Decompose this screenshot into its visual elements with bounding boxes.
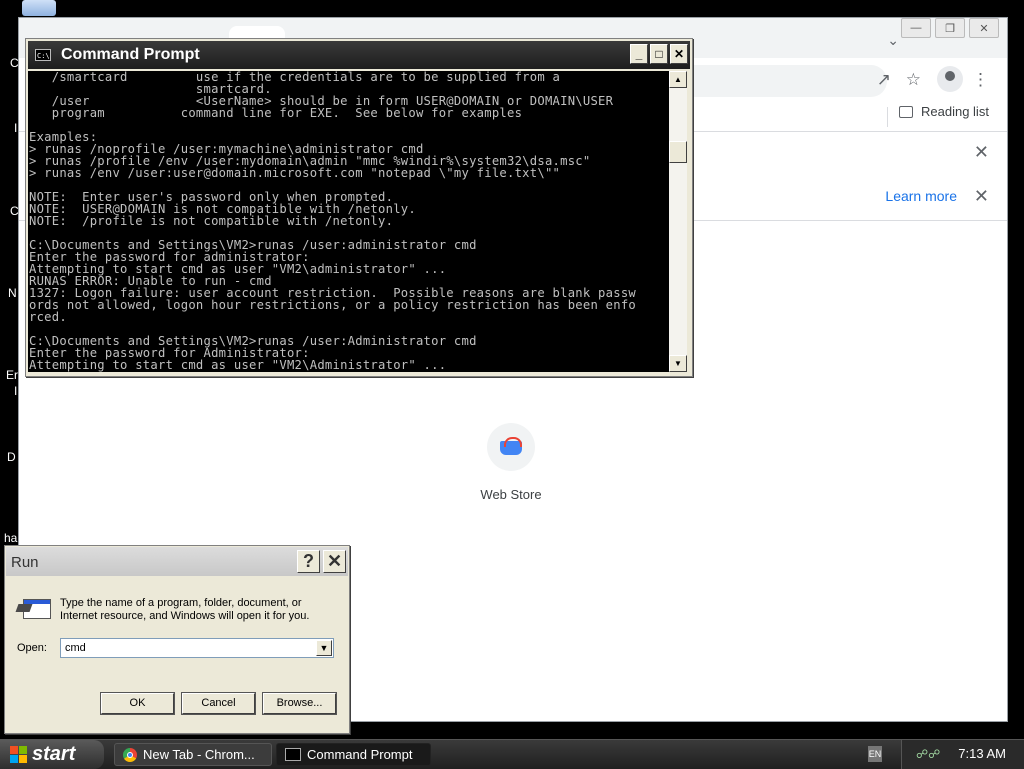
scroll-thumb[interactable]	[669, 141, 687, 163]
help-button[interactable]: ?	[297, 550, 320, 573]
close-button[interactable]: ✕	[323, 550, 346, 573]
network-icon[interactable]: ☍☍	[916, 747, 940, 761]
start-button[interactable]: start	[0, 740, 104, 769]
run-title: Run	[11, 554, 39, 571]
cmd-window-controls: _ □ ✕	[630, 44, 688, 64]
web-store-icon	[487, 423, 535, 471]
desktop-icon-label[interactable]: ha	[4, 531, 17, 545]
menu-kebab-icon[interactable]: ⋮	[972, 70, 989, 90]
reading-list-label: Reading list	[921, 104, 989, 119]
chrome-window-controls: — ❐ ✕	[901, 18, 999, 38]
browse-button[interactable]: Browse...	[262, 692, 337, 715]
taskbar-item-command-prompt[interactable]: Command Prompt	[276, 743, 431, 766]
console-scrollbar[interactable]: ▲ ▼	[669, 71, 687, 372]
restore-button[interactable]: ❐	[935, 18, 965, 38]
run-titlebar[interactable]: Run ? ✕	[6, 547, 348, 576]
clock[interactable]: 7:13 AM	[958, 746, 1006, 761]
desktop-icon-label[interactable]: Er	[6, 368, 18, 382]
run-dialog: Run ? ✕ Type the name of a program, fold…	[4, 545, 350, 734]
windows-flag-icon	[10, 745, 28, 764]
bookmarks-divider	[887, 107, 888, 127]
cancel-button[interactable]: Cancel	[181, 692, 256, 715]
bookmark-star-icon[interactable]: ☆	[906, 70, 921, 90]
infobar-close-icon[interactable]: ✕	[974, 186, 989, 207]
cmd-window-icon[interactable]: C:\	[35, 49, 51, 61]
command-prompt-window: C:\ Command Prompt _ □ ✕ /smartcard use …	[25, 38, 693, 377]
profile-avatar-icon[interactable]	[937, 66, 963, 92]
maximize-button[interactable]: □	[650, 44, 668, 64]
taskbar: start New Tab - Chrom... Command Prompt …	[0, 739, 1024, 769]
language-indicator[interactable]: EN	[868, 746, 882, 762]
desktop-icon-label[interactable]: N	[8, 286, 17, 300]
scroll-up-icon[interactable]: ▲	[669, 71, 687, 88]
system-tray: ☍☍ 7:13 AM	[901, 740, 1024, 769]
minimize-button[interactable]: —	[901, 18, 931, 38]
tab-search-chevron-icon[interactable]: ⌄	[887, 32, 899, 49]
cmd-title: Command Prompt	[61, 46, 200, 63]
desktop-icon-label[interactable]: D	[7, 450, 16, 464]
open-label: Open:	[17, 642, 47, 654]
run-description: Type the name of a program, folder, docu…	[60, 597, 310, 622]
console-output[interactable]: /smartcard use if the credentials are to…	[28, 71, 669, 372]
scroll-down-icon[interactable]: ▼	[669, 355, 687, 372]
address-bar[interactable]	[679, 65, 887, 97]
cmd-icon	[285, 748, 301, 761]
open-input[interactable]: cmd	[65, 642, 86, 654]
dropdown-arrow-icon[interactable]: ▼	[316, 640, 332, 656]
run-program-icon	[15, 596, 51, 620]
close-button[interactable]: ✕	[670, 44, 688, 64]
desktop-icon-label[interactable]: I	[14, 384, 17, 398]
web-store-shortcut[interactable]: Web Store	[480, 423, 542, 502]
reading-list-button[interactable]: Reading list	[899, 104, 989, 119]
taskbar-item-label: Command Prompt	[307, 747, 413, 762]
console-text: /smartcard use if the credentials are to…	[29, 71, 636, 372]
taskbar-item-label: New Tab - Chrom...	[143, 747, 255, 762]
share-icon[interactable]: ↗	[877, 70, 891, 90]
web-store-label: Web Store	[480, 487, 542, 502]
open-combobox[interactable]: cmd ▼	[60, 638, 334, 658]
minimize-button[interactable]: _	[630, 44, 648, 64]
infobar-close-icon[interactable]: ✕	[974, 142, 989, 163]
reading-list-icon	[899, 105, 913, 118]
ok-button[interactable]: OK	[100, 692, 175, 715]
cmd-titlebar[interactable]: C:\ Command Prompt _ □ ✕	[28, 41, 690, 69]
start-label: start	[32, 743, 76, 765]
desktop-icon[interactable]	[22, 0, 56, 16]
desktop-icon-label[interactable]: I	[14, 121, 17, 135]
taskbar-item-chrome[interactable]: New Tab - Chrom...	[114, 743, 272, 766]
learn-more-link[interactable]: Learn more	[885, 188, 957, 204]
chrome-icon	[123, 747, 137, 762]
close-button[interactable]: ✕	[969, 18, 999, 38]
